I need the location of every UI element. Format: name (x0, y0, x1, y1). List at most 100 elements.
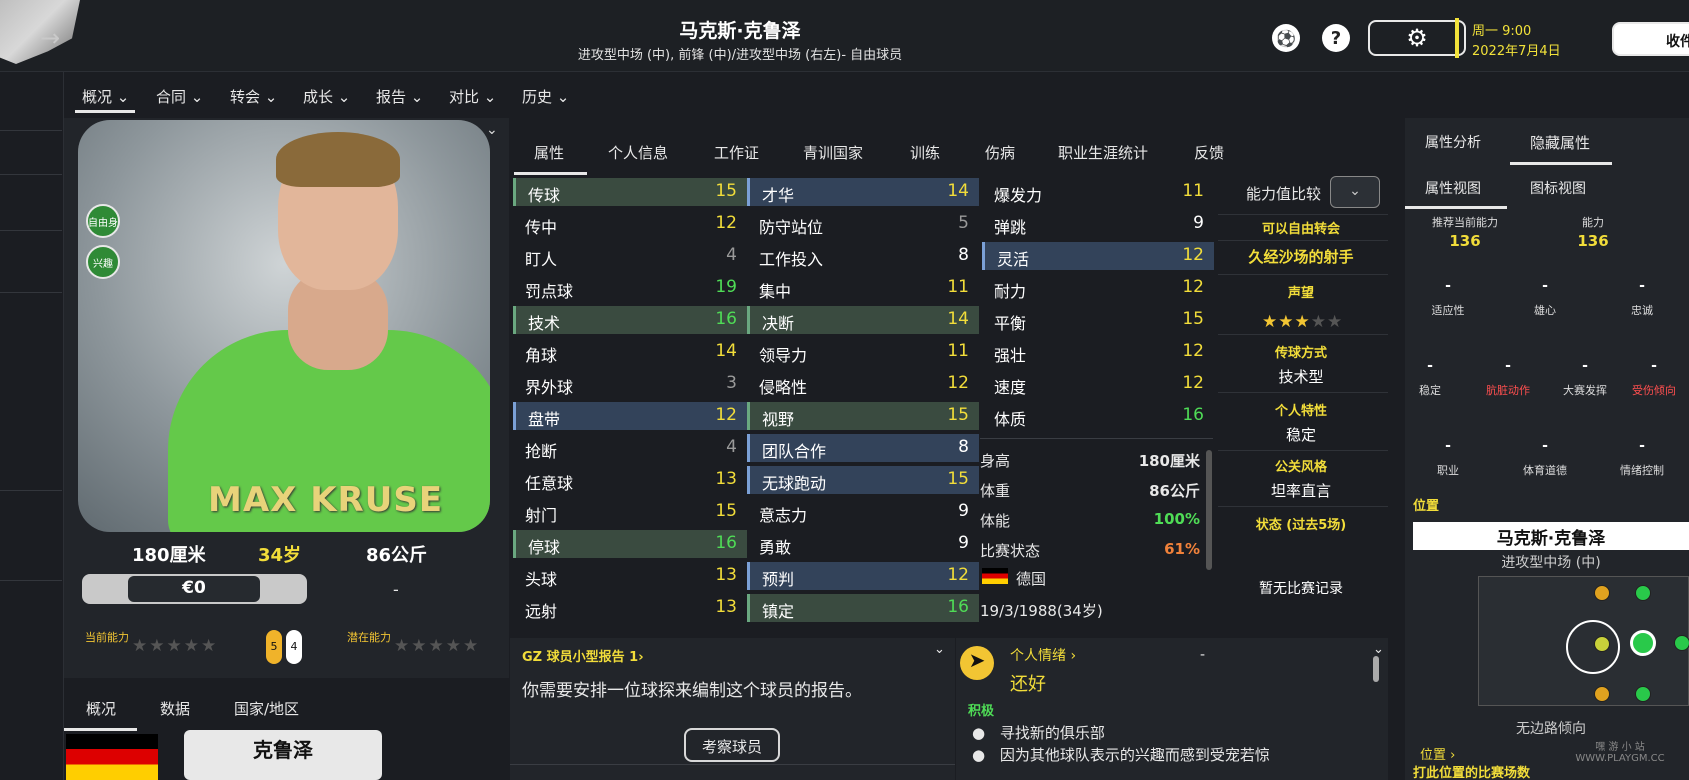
hidden-attr-label: 稳定 (1419, 384, 1441, 397)
attribute-value: 19 (715, 277, 737, 297)
tab-attribute-view[interactable]: 属性视图 (1425, 178, 1481, 198)
attribute-value: 16 (1182, 405, 1204, 425)
nav-transfer[interactable]: 转会 ⌄ (230, 86, 277, 107)
attribute-value: 9 (1193, 213, 1204, 233)
attribute-row[interactable]: 射门 15 (513, 498, 747, 526)
attribute-row[interactable]: 灵活 12 (982, 242, 1214, 270)
transfer-value[interactable]: €0 (128, 576, 260, 602)
scout-player-button[interactable]: 考察球员 (684, 728, 780, 762)
tab-overview[interactable]: 概况 (86, 698, 116, 719)
nav-development[interactable]: 成长 ⌄ (303, 86, 350, 107)
attribute-row[interactable]: 决断 14 (747, 306, 979, 334)
attribute-label: 盯人 (525, 250, 558, 269)
tab-attributes[interactable]: 属性 (534, 142, 564, 163)
attribute-row[interactable]: 集中 11 (747, 274, 979, 302)
nav-contract[interactable]: 合同 ⌄ (156, 86, 203, 107)
attribute-row[interactable]: 任意球 13 (513, 466, 747, 494)
hidden-attr-label: 肮脏动作 (1486, 384, 1530, 397)
attribute-row[interactable]: 侵略性 12 (747, 370, 979, 398)
chevron-down-icon[interactable]: ⌄ (934, 642, 945, 657)
attribute-row[interactable]: 角球 14 (513, 338, 747, 366)
free-agent-badge[interactable]: 自由身 (86, 204, 120, 238)
attribute-row[interactable]: 镇定 16 (747, 594, 979, 622)
attribute-row[interactable]: 领导力 11 (747, 338, 979, 366)
chevron-down-icon[interactable]: ⌄ (486, 122, 498, 138)
nav-compare[interactable]: 对比 ⌄ (449, 86, 496, 107)
tab-injuries[interactable]: 伤病 (985, 142, 1015, 163)
day-time: 周一 9:00 (1472, 24, 1532, 39)
position-dot-selected[interactable] (1630, 630, 1656, 656)
attribute-value: 13 (715, 565, 737, 585)
attribute-row[interactable]: 抢断 4 (513, 434, 747, 462)
attribute-row[interactable]: 才华 14 (747, 178, 979, 206)
attribute-row[interactable]: 爆发力 11 (982, 178, 1214, 206)
tab-youth-nation[interactable]: 青训国家 (803, 142, 863, 163)
tab-personal-info[interactable]: 个人信息 (608, 142, 668, 163)
compare-dropdown[interactable]: ⌄ (1330, 176, 1380, 208)
attribute-row[interactable]: 预判 12 (747, 562, 979, 590)
tab-work-permit[interactable]: 工作证 (714, 142, 759, 163)
attribute-row[interactable]: 盯人 4 (513, 242, 747, 270)
report-message: 你需要安排一位球探来编制这个球员的报告。 (522, 681, 862, 701)
football-icon[interactable]: ⚽ (1272, 24, 1300, 52)
tab-hidden-attributes[interactable]: 隐藏属性 (1530, 132, 1590, 153)
attribute-row[interactable]: 平衡 15 (982, 306, 1214, 334)
attribute-row[interactable]: 停球 16 (513, 530, 747, 558)
attribute-row[interactable]: 防守站位 5 (747, 210, 979, 238)
report-title[interactable]: GZ 球员小型报告 1› (522, 646, 644, 665)
nav-history[interactable]: 历史 ⌄ (522, 86, 569, 107)
hidden-attr-label: 适应性 (1431, 304, 1465, 317)
tab-feedback[interactable]: 反馈 (1194, 142, 1224, 163)
attribute-row[interactable]: 界外球 3 (513, 370, 747, 398)
nav-reports[interactable]: 报告 ⌄ (376, 86, 423, 107)
tab-training[interactable]: 训练 (910, 142, 940, 163)
attribute-row[interactable]: 勇敢 9 (747, 530, 979, 558)
position-link[interactable]: 位置 › (1420, 744, 1455, 763)
player-height: 180厘米 (132, 545, 206, 566)
position-dot[interactable] (1635, 585, 1651, 601)
mood-trend: - (1200, 647, 1206, 663)
info-nation[interactable]: 德国 (1016, 568, 1236, 589)
attribute-row[interactable]: 工作投入 8 (747, 242, 979, 270)
tab-nation[interactable]: 国家/地区 (234, 698, 299, 719)
attribute-row[interactable]: 耐力 12 (982, 274, 1214, 302)
attribute-row[interactable]: 无球跑动 15 (747, 466, 979, 494)
mood-title[interactable]: 个人情绪 › (1010, 645, 1076, 665)
info-match-form: 比赛状态 61% (980, 540, 1200, 561)
inbox-button[interactable]: 收件 (1612, 22, 1689, 56)
position-dot[interactable] (1594, 585, 1610, 601)
info-height: 身高 180厘米 (980, 450, 1200, 471)
attribute-row[interactable]: 传中 12 (513, 210, 747, 238)
attribute-row[interactable]: 体质 16 (982, 402, 1214, 430)
attribute-row[interactable]: 团队合作 8 (747, 434, 979, 462)
tab-stats[interactable]: 数据 (160, 698, 190, 719)
tab-icon-view[interactable]: 图标视图 (1530, 178, 1586, 198)
attribute-row[interactable]: 意志力 9 (747, 498, 979, 526)
tab-career-stats[interactable]: 职业生涯统计 (1058, 142, 1148, 163)
position-dot[interactable] (1674, 635, 1689, 651)
nav-overview[interactable]: 概况 ⌄ (82, 86, 129, 107)
position-dot[interactable] (1594, 636, 1610, 652)
chevron-down-icon[interactable]: ⌄ (1373, 642, 1384, 657)
position-dot[interactable] (1635, 686, 1651, 702)
attribute-row[interactable]: 传球 15 (513, 178, 747, 206)
attribute-row[interactable]: 弹跳 9 (982, 210, 1214, 238)
settings-button[interactable]: ⚙ (1368, 20, 1466, 56)
attribute-row[interactable]: 远射 13 (513, 594, 747, 622)
attribute-row[interactable]: 盘带 12 (513, 402, 747, 430)
info-value: 100% (1153, 510, 1200, 528)
attribute-row[interactable]: 视野 15 (747, 402, 979, 430)
germany-flag (66, 734, 158, 780)
attribute-row[interactable]: 头球 13 (513, 562, 747, 590)
attribute-row[interactable]: 罚点球 19 (513, 274, 747, 302)
scrollbar[interactable] (1206, 450, 1212, 570)
attribute-row[interactable]: 技术 16 (513, 306, 747, 334)
attribute-row[interactable]: 强壮 12 (982, 338, 1214, 366)
interest-badge[interactable]: 兴趣 (86, 245, 120, 279)
tab-attribute-analysis[interactable]: 属性分析 (1425, 132, 1481, 152)
forward-arrow-icon[interactable]: → (40, 24, 60, 52)
attribute-row[interactable]: 速度 12 (982, 370, 1214, 398)
scrollbar[interactable] (1373, 656, 1379, 682)
help-icon[interactable]: ? (1322, 24, 1350, 52)
position-dot[interactable] (1594, 686, 1610, 702)
